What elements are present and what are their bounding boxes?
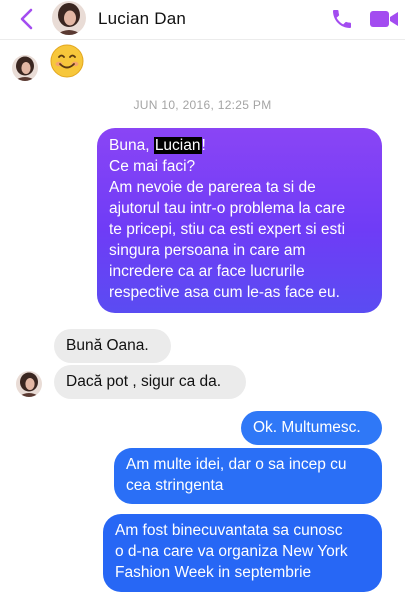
video-camera-icon[interactable]: [369, 9, 399, 29]
message-line: incredere ca ar face lucrurile: [109, 263, 305, 280]
message-line: Am multe idei, dar o sa incep cu: [126, 456, 347, 473]
message-line: Ce mai faci?: [109, 158, 196, 175]
message-line: o d-na care va organiza New York: [115, 543, 348, 560]
contact-avatar-small[interactable]: [12, 55, 38, 81]
contact-avatar[interactable]: [52, 1, 86, 35]
message-line: singura persoana in care am: [109, 242, 306, 259]
message-line: cea stringenta: [126, 477, 224, 494]
message-line: Am nevoie de parerea ta si de: [109, 179, 316, 196]
smiling-emoji-icon: [50, 44, 84, 78]
phone-icon[interactable]: [330, 7, 354, 31]
message-line: ajutorul tau intr-o problema la care: [109, 200, 346, 217]
highlighted-name: Lucian: [153, 137, 202, 154]
message-line: te pricepi, stiu ca esti expert si esti: [109, 221, 346, 238]
message-bubble-incoming[interactable]: Dacă pot , sigur ca da.: [54, 365, 246, 399]
message-line: Fashion Week in septembrie: [115, 564, 312, 581]
contact-name[interactable]: Lucian Dan: [98, 9, 186, 29]
chat-header: Lucian Dan: [0, 0, 405, 40]
message-bubble-incoming[interactable]: Bună Oana.: [54, 329, 171, 363]
chevron-left-icon[interactable]: [14, 6, 40, 32]
message-line: respective asa cum le-as face eu.: [109, 284, 340, 301]
message-bubble-outgoing[interactable]: Buna, Lucian! Ce mai faci? Am nevoie de …: [97, 128, 382, 313]
contact-avatar-small[interactable]: [16, 371, 42, 397]
message-line: Am fost binecuvantata sa cunosc: [115, 522, 343, 539]
message-bubble-outgoing[interactable]: Ok. Multumesc.: [241, 411, 382, 445]
message-bubble-outgoing[interactable]: Am fost binecuvantata sa cunosc o d-na c…: [103, 514, 382, 592]
message-line: Buna, Lucian!: [109, 137, 206, 154]
message-timestamp: JUN 10, 2016, 12:25 PM: [133, 98, 272, 112]
message-bubble-outgoing[interactable]: Am multe idei, dar o sa incep cu cea str…: [114, 448, 382, 504]
